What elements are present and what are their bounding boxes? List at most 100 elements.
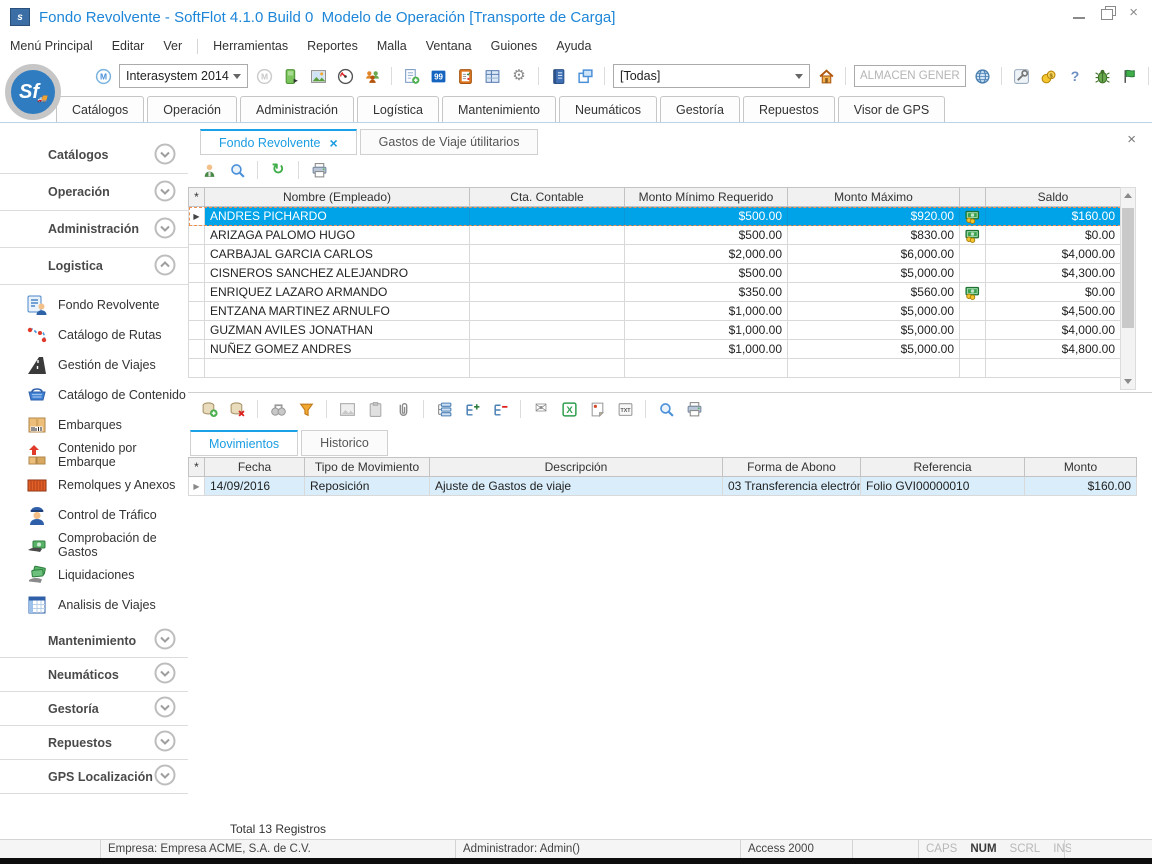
add-record-icon[interactable] (198, 398, 220, 420)
ribbon-tab-logistica[interactable]: Logística (357, 96, 439, 122)
tab-fondo-revolvente[interactable]: Fondo Revolvente× (200, 129, 357, 155)
menu-item-ayuda[interactable]: Ayuda (556, 39, 591, 53)
excel-export-icon[interactable]: X (558, 398, 580, 420)
cell-cta[interactable] (470, 340, 625, 359)
menu-item-reportes[interactable]: Reportes (307, 39, 358, 53)
filter-combo[interactable]: [Todas] (613, 64, 810, 88)
cell-nombre[interactable]: NUÑEZ GOMEZ ANDRES (205, 340, 470, 359)
cell-max[interactable]: $5,000.00 (788, 321, 960, 340)
grid-row[interactable]: ENTZANA MARTINEZ ARNULFO $1,000.00 $5,00… (189, 302, 1121, 321)
cell-max[interactable]: $5,000.00 (788, 264, 960, 283)
flag-icon[interactable] (1118, 65, 1140, 87)
money-icon[interactable] (960, 283, 986, 302)
ribbon-tab-operacion[interactable]: Operación (147, 96, 237, 122)
col-monto[interactable]: Monto (1025, 458, 1137, 477)
email-icon[interactable]: ✉ (530, 398, 552, 420)
restore-button[interactable] (1101, 9, 1113, 20)
new-document-icon[interactable] (400, 65, 422, 87)
module-m-icon[interactable]: M (92, 65, 114, 87)
col-nombre[interactable]: Nombre (Empleado) (205, 188, 470, 207)
sidebar-section-administracion[interactable]: Administración (0, 211, 188, 248)
windows-cascade-icon[interactable] (574, 65, 596, 87)
col-referencia[interactable]: Referencia (861, 458, 1025, 477)
sidebar-section-repuestos[interactable]: Repuestos (0, 726, 188, 760)
sidebar-section-neumaticos[interactable]: Neumáticos (0, 658, 188, 692)
cell-referencia[interactable]: Folio GVI00000010 (861, 477, 1025, 496)
money-icon[interactable] (960, 226, 986, 245)
sidebar-item-contenido-embarque[interactable]: Contenido por Embarque (0, 440, 188, 470)
close-document-icon[interactable]: × (1127, 131, 1136, 148)
cell-min[interactable]: $1,000.00 (625, 340, 788, 359)
col-cta-contable[interactable]: Cta. Contable (470, 188, 625, 207)
export-drive-icon[interactable] (280, 65, 302, 87)
print-preview-icon[interactable] (655, 398, 677, 420)
sidebar-item-catalogo-rutas[interactable]: Catálogo de Rutas (0, 320, 188, 350)
sidebar-item-remolques-anexos[interactable]: Remolques y Anexos (0, 470, 188, 500)
cell-min[interactable]: $500.00 (625, 207, 788, 226)
grid-view-icon[interactable] (481, 65, 503, 87)
cell-nombre[interactable]: ARIZAGA PALOMO HUGO (205, 226, 470, 245)
indicator-header[interactable]: * (189, 188, 205, 207)
ribbon-tab-gestoria[interactable]: Gestoría (660, 96, 740, 122)
checklist-icon[interactable] (454, 65, 476, 87)
sidebar-item-control-trafico[interactable]: Control de Tráfico (0, 500, 188, 530)
cell-monto[interactable]: $160.00 (1025, 477, 1137, 496)
cell-min[interactable]: $500.00 (625, 226, 788, 245)
col-tipo[interactable]: Tipo de Movimiento (305, 458, 430, 477)
ribbon-tab-neumaticos[interactable]: Neumáticos (559, 96, 657, 122)
company-combo[interactable]: Interasystem 2014 (119, 64, 248, 88)
sidebar-section-logistica[interactable]: Logistica (0, 248, 188, 285)
cell-max[interactable]: $560.00 (788, 283, 960, 302)
home-icon[interactable] (815, 65, 837, 87)
ribbon-tab-mantenimiento[interactable]: Mantenimiento (442, 96, 556, 122)
txt-export-icon[interactable]: TXT (614, 398, 636, 420)
cell-cta[interactable] (470, 283, 625, 302)
close-tab-icon[interactable]: × (329, 135, 337, 151)
cell-nombre[interactable]: GUZMAN AVILES JONATHAN (205, 321, 470, 340)
grid-row[interactable]: ENRIQUEZ LAZARO ARMANDO $350.00 $560.00 … (189, 283, 1121, 302)
sidebar-item-analisis-viajes[interactable]: Analisis de Viajes (0, 590, 188, 620)
filter-funnel-icon[interactable] (295, 398, 317, 420)
users-icon[interactable] (361, 65, 383, 87)
cell-saldo[interactable]: $0.00 (986, 226, 1121, 245)
cell-max[interactable]: $920.00 (788, 207, 960, 226)
menu-item-herramientas[interactable]: Herramientas (213, 39, 288, 53)
cell-cta[interactable] (470, 207, 625, 226)
grid-row[interactable]: CISNEROS SANCHEZ ALEJANDRO $500.00 $5,00… (189, 264, 1121, 283)
employee-icon[interactable] (198, 159, 220, 181)
vertical-scrollbar[interactable] (1120, 187, 1136, 390)
print-icon[interactable] (683, 398, 705, 420)
menu-item-principal[interactable]: Menú Principal (10, 39, 93, 53)
sidebar-item-catalogo-contenido[interactable]: Catálogo de Contenido (0, 380, 188, 410)
sidebar-section-mantenimiento[interactable]: Mantenimiento (0, 624, 188, 658)
gauge-icon[interactable] (334, 65, 356, 87)
minimize-button[interactable] (1073, 7, 1085, 19)
grid-row[interactable]: ▶ 14/09/2016 Reposición Ajuste de Gastos… (189, 477, 1137, 496)
ribbon-tab-repuestos[interactable]: Repuestos (743, 96, 835, 122)
ribbon-tab-catalogos[interactable]: Catálogos (56, 96, 144, 122)
sidebar-section-operacion[interactable]: Operación (0, 174, 188, 211)
note-export-icon[interactable] (586, 398, 608, 420)
scroll-up-icon[interactable] (1124, 193, 1132, 198)
tree-collapse-icon[interactable] (489, 398, 511, 420)
col-saldo[interactable]: Saldo (986, 188, 1121, 207)
tab-historico[interactable]: Historico (301, 430, 388, 456)
cell-saldo[interactable]: $4,300.00 (986, 264, 1121, 283)
cell-cta[interactable] (470, 226, 625, 245)
image-icon[interactable] (307, 65, 329, 87)
grid-row[interactable]: ▶ ANDRES PICHARDO $500.00 $920.00 $160.0… (189, 207, 1121, 226)
delete-record-icon[interactable] (226, 398, 248, 420)
tree-expand-icon[interactable] (461, 398, 483, 420)
cell-saldo[interactable]: $4,800.00 (986, 340, 1121, 359)
menu-item-ventana[interactable]: Ventana (426, 39, 472, 53)
cell-descripcion[interactable]: Ajuste de Gastos de viaje (430, 477, 723, 496)
sidebar-section-catalogos[interactable]: Catálogos (0, 137, 188, 174)
grid-row[interactable]: ARIZAGA PALOMO HUGO $500.00 $830.00 $0.0… (189, 226, 1121, 245)
scroll-down-icon[interactable] (1124, 379, 1132, 384)
col-fecha[interactable]: Fecha (205, 458, 305, 477)
zoom-icon[interactable] (226, 159, 248, 181)
cell-saldo[interactable]: $4,500.00 (986, 302, 1121, 321)
col-monto-maximo[interactable]: Monto Máximo (788, 188, 960, 207)
money-icon[interactable] (960, 207, 986, 226)
cell-saldo[interactable]: $0.00 (986, 283, 1121, 302)
